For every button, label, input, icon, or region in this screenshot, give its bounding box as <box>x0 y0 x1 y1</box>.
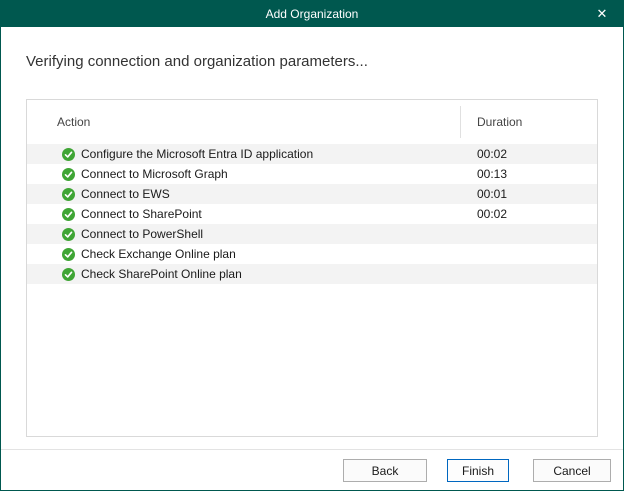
column-separator <box>460 106 461 138</box>
list-item[interactable]: Check SharePoint Online plan <box>27 264 597 284</box>
verification-list: Action Duration Configure the Microsoft … <box>26 99 598 437</box>
action-label: Check SharePoint Online plan <box>81 267 242 281</box>
action-label: Connect to SharePoint <box>81 207 202 221</box>
success-check-icon <box>62 248 75 261</box>
back-button[interactable]: Back <box>343 459 427 482</box>
titlebar: Add Organization ✕ <box>1 1 623 27</box>
list-header: Action Duration <box>27 100 597 144</box>
cancel-button[interactable]: Cancel <box>533 459 611 482</box>
action-label: Connect to Microsoft Graph <box>81 167 228 181</box>
success-check-icon <box>62 228 75 241</box>
list-item[interactable]: Connect to SharePoint 00:02 <box>27 204 597 224</box>
action-label: Connect to PowerShell <box>81 227 203 241</box>
footer: Back Finish Cancel <box>1 449 623 490</box>
success-check-icon <box>62 168 75 181</box>
duration-value: 00:02 <box>477 207 507 221</box>
action-label: Check Exchange Online plan <box>81 247 236 261</box>
action-label: Configure the Microsoft Entra ID applica… <box>81 147 313 161</box>
list-item[interactable]: Connect to EWS 00:01 <box>27 184 597 204</box>
close-button[interactable]: ✕ <box>581 1 623 27</box>
action-label: Connect to EWS <box>81 187 170 201</box>
close-icon: ✕ <box>597 6 608 22</box>
duration-value: 00:01 <box>477 187 507 201</box>
status-list: Configure the Microsoft Entra ID applica… <box>27 144 597 284</box>
finish-button[interactable]: Finish <box>447 459 509 482</box>
verification-heading: Verifying connection and organization pa… <box>26 53 368 70</box>
column-header-duration[interactable]: Duration <box>477 115 522 129</box>
duration-value: 00:02 <box>477 147 507 161</box>
list-item[interactable]: Connect to Microsoft Graph 00:13 <box>27 164 597 184</box>
add-organization-dialog: Add Organization ✕ Verifying connection … <box>0 0 624 491</box>
success-check-icon <box>62 208 75 221</box>
list-item[interactable]: Check Exchange Online plan <box>27 244 597 264</box>
duration-value: 00:13 <box>477 167 507 181</box>
success-check-icon <box>62 268 75 281</box>
success-check-icon <box>62 148 75 161</box>
column-header-action[interactable]: Action <box>57 115 90 129</box>
success-check-icon <box>62 188 75 201</box>
window-title: Add Organization <box>266 7 359 21</box>
list-item[interactable]: Connect to PowerShell <box>27 224 597 244</box>
list-item[interactable]: Configure the Microsoft Entra ID applica… <box>27 144 597 164</box>
